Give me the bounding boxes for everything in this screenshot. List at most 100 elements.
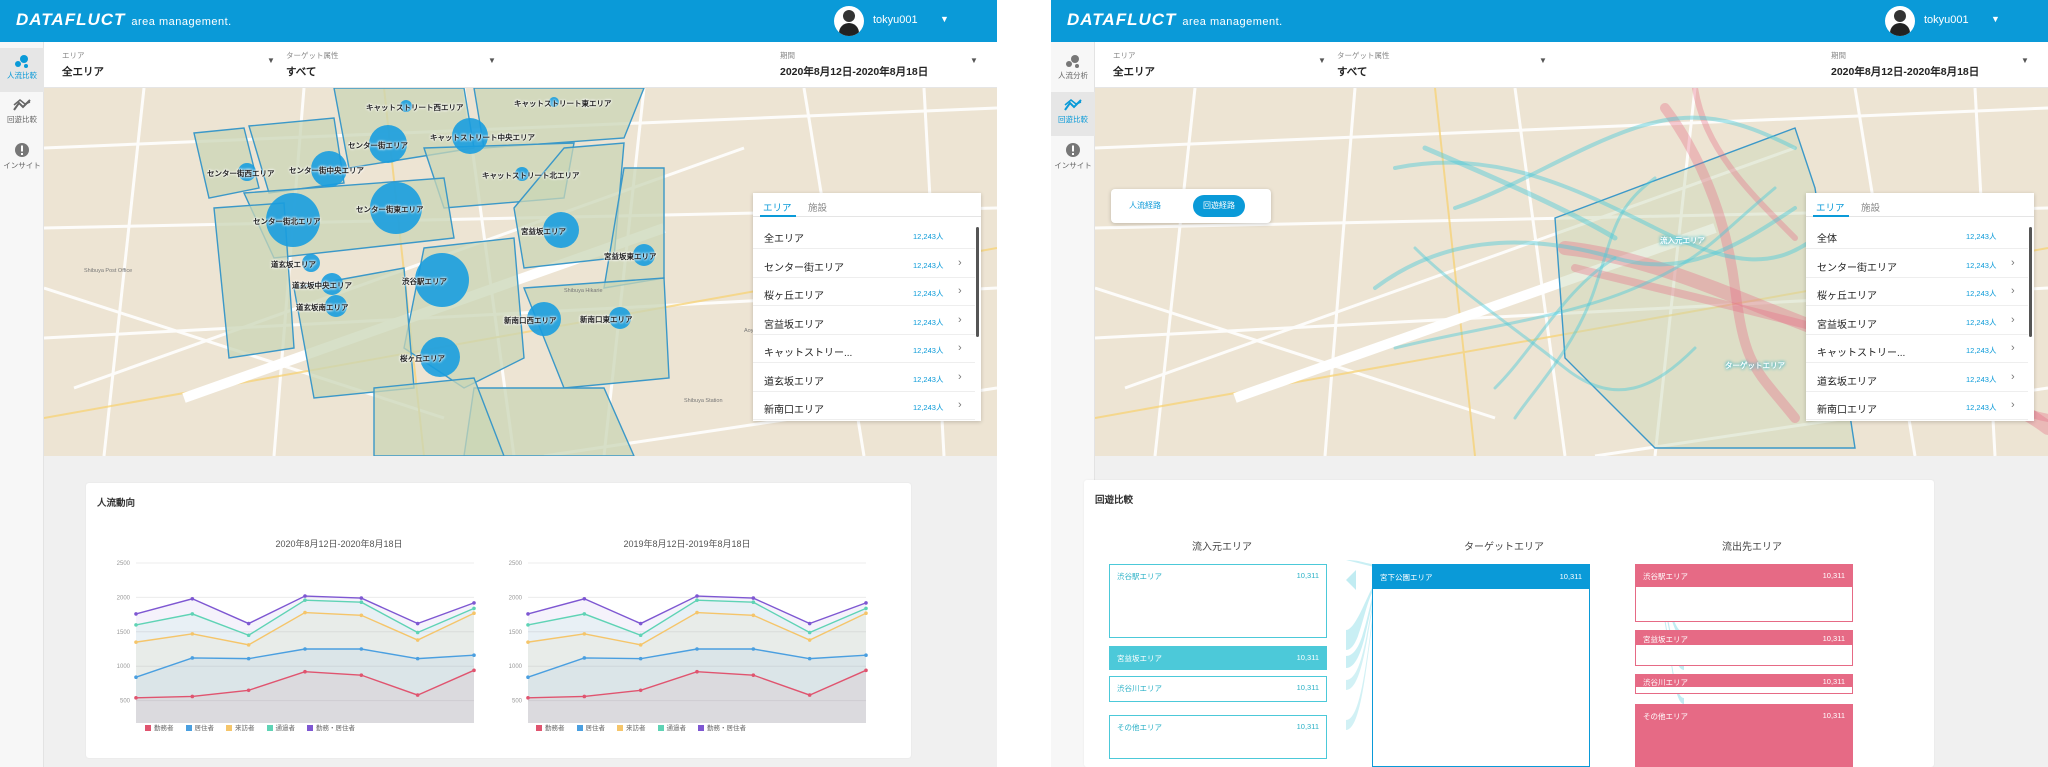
list-item[interactable]: 桜ヶ丘エリア 12,243人 ›: [753, 278, 975, 306]
source-node[interactable]: その他エリア 10,311: [1109, 715, 1327, 759]
legend-item[interactable]: 来訪者: [617, 725, 646, 732]
list-tabs: エリア 施設: [753, 193, 981, 217]
legend-label: 勤務者: [154, 725, 174, 732]
list-item[interactable]: 新南口エリア 12,243人 ›: [753, 392, 975, 420]
legend-item[interactable]: 勤務・居住者: [698, 725, 746, 732]
chevron-down-icon: ▼: [1318, 56, 1326, 65]
list-item[interactable]: 宮益坂エリア 12,243人 ›: [1806, 307, 2028, 335]
list-item[interactable]: 道玄坂エリア 12,243人 ›: [753, 364, 975, 392]
data-point: [303, 598, 307, 602]
data-point: [582, 694, 587, 699]
dest-node[interactable]: 渋谷駅エリア 10,311: [1635, 564, 1853, 622]
data-point: [526, 623, 530, 627]
tab-area[interactable]: エリア: [1816, 200, 1845, 214]
user-name[interactable]: tokyu001: [873, 14, 918, 26]
legend-swatch: [617, 725, 623, 731]
chevron-right-icon: ›: [958, 342, 962, 354]
target-select[interactable]: ターゲット属性 すべて ▼: [286, 50, 496, 79]
legend-swatch: [185, 725, 192, 731]
list-item[interactable]: センター街エリア 12,243人 ›: [753, 250, 975, 278]
sidebar-item-insight[interactable]: インサイト: [1051, 136, 1095, 180]
legend-item[interactable]: 居住者: [185, 725, 214, 732]
y-tick-label: 2000: [117, 595, 131, 601]
legend-item[interactable]: 通過者: [266, 725, 295, 732]
dest-node[interactable]: その他エリア 10,311: [1635, 704, 1853, 767]
list-item-count: 12,243人: [1966, 374, 1997, 384]
data-point: [695, 594, 699, 598]
tab-area[interactable]: エリア: [763, 200, 792, 214]
dest-node[interactable]: 宮益坂エリア 10,311: [1635, 630, 1853, 666]
sidebar-item-route[interactable]: 回遊比較: [0, 92, 44, 136]
source-node[interactable]: 渋谷駅エリア 10,311: [1109, 564, 1327, 638]
legend-item[interactable]: 勤務者: [145, 725, 174, 732]
circulation-route-button[interactable]: 回遊経路: [1193, 195, 1245, 217]
area-map[interactable]: Shibuya Post Office Shibuya Hikarie Shib…: [44, 88, 997, 456]
list-item[interactable]: 桜ヶ丘エリア 12,243人 ›: [1806, 278, 2028, 306]
list-item[interactable]: キャットストリー... 12,243人 ›: [1806, 335, 2028, 363]
sidebar-item-people-flow[interactable]: 人流比較: [0, 48, 44, 92]
area-bubble-label: 道玄坂南エリア: [296, 303, 349, 312]
list-item-count: 12,243人: [913, 260, 944, 270]
logo[interactable]: DATAFLUCT area management.: [1067, 10, 1283, 30]
data-point: [582, 632, 587, 636]
avatar[interactable]: [834, 6, 864, 36]
source-node[interactable]: 宮益坂エリア 10,311: [1109, 646, 1327, 670]
legend-item[interactable]: 勤務・居住者: [307, 725, 355, 732]
data-point: [359, 596, 364, 600]
list-item[interactable]: 全体 12,243人: [1806, 221, 2028, 249]
list-item[interactable]: 全エリア 12,243人: [753, 221, 975, 249]
area-list[interactable]: エリア 施設 全体 12,243人 センター街エリア 12,243人 › 桜ヶ丘エリア 12…: [1806, 193, 2034, 421]
data-point: [415, 630, 420, 635]
data-point: [638, 656, 643, 661]
data-point: [751, 673, 756, 677]
tab-facility[interactable]: 施設: [808, 200, 827, 214]
data-point: [864, 606, 868, 611]
tab-facility[interactable]: 施設: [1861, 200, 1880, 214]
area-select[interactable]: エリア 全エリア ▼: [62, 50, 275, 79]
list-item-name: キャットストリー...: [764, 348, 853, 359]
source-node[interactable]: 渋谷川エリア 10,311: [1109, 676, 1327, 702]
list-item[interactable]: 宮益坂エリア 12,243人 ›: [753, 307, 975, 335]
scrollbar[interactable]: [2029, 227, 2032, 337]
chevron-down-icon[interactable]: ▼: [940, 14, 949, 24]
list-item[interactable]: 道玄坂エリア 12,243人 ›: [1806, 364, 2028, 392]
legend-item[interactable]: 通過者: [657, 725, 686, 732]
user-name[interactable]: tokyu001: [1924, 14, 1969, 26]
data-point: [526, 640, 530, 644]
sidebar-item-people-analysis[interactable]: 人流分析: [1051, 48, 1095, 92]
legend-item[interactable]: 勤務者: [536, 725, 565, 732]
data-point: [526, 612, 530, 616]
data-point: [864, 653, 868, 657]
y-tick-label: 1500: [509, 630, 523, 636]
chevron-down-icon[interactable]: ▼: [1991, 14, 2000, 24]
route-map[interactable]: 流入元エリア ターゲットエリア 人流経路 回遊経路 エリア 施設 全体 12,24…: [1095, 88, 2048, 456]
chevron-right-icon: ›: [958, 256, 962, 269]
area-list[interactable]: エリア 施設 全エリア 12,243人 センター街エリア 12,243人 › 桜ヶ丘エリア…: [753, 193, 981, 421]
map-place-label: Shibuya Hikarie: [564, 288, 603, 294]
legend-swatch: [266, 725, 273, 731]
logo[interactable]: DATAFLUCT area management.: [16, 10, 232, 30]
target-select[interactable]: ターゲット属性 すべて ▼: [1337, 50, 1547, 79]
legend-item[interactable]: 居住者: [576, 725, 605, 732]
list-item[interactable]: キャットストリー... 12,243人 ›: [753, 335, 975, 363]
sidebar-item-insight[interactable]: インサイト: [0, 136, 44, 180]
route-icon: [13, 99, 31, 111]
area-select[interactable]: エリア 全エリア ▼: [1113, 50, 1326, 79]
data-point: [638, 633, 643, 638]
y-tick-label: 500: [120, 699, 131, 705]
list-item[interactable]: センター街エリア 12,243人 ›: [1806, 250, 2028, 278]
legend-item[interactable]: 来訪者: [226, 725, 255, 732]
target-node[interactable]: 宮下公園エリア 10,311: [1372, 564, 1590, 767]
period-select[interactable]: 期間 2020年8月12日-2020年8月18日 ▼: [780, 50, 980, 79]
legend-label: 勤務・居住者: [707, 725, 746, 732]
scrollbar[interactable]: [976, 227, 979, 337]
avatar[interactable]: [1885, 6, 1915, 36]
people-route-button[interactable]: 人流経路: [1119, 195, 1171, 217]
dest-node[interactable]: 渋谷川エリア 10,311: [1635, 674, 1853, 694]
period-select[interactable]: 期間 2020年8月12日-2020年8月18日 ▼: [1831, 50, 2031, 79]
area-bubble-label: 宮益坂東エリア: [604, 252, 657, 261]
data-point: [303, 594, 307, 598]
data-point: [415, 621, 420, 626]
sidebar-item-route[interactable]: 回遊比較: [1051, 92, 1095, 136]
list-item[interactable]: 新南口エリア 12,243人 ›: [1806, 392, 2028, 420]
